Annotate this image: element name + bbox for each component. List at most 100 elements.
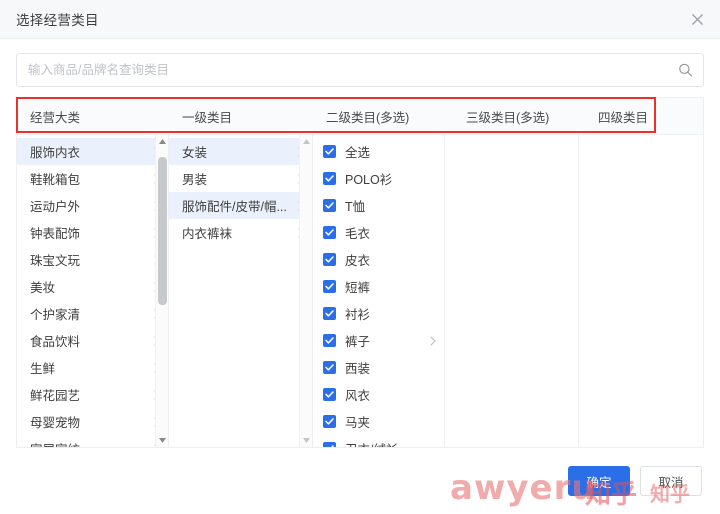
list-item-label: 食品饮料 (30, 335, 81, 349)
list-item[interactable]: 男装 (169, 165, 312, 192)
list-item[interactable]: 鲜花园艺 (17, 381, 168, 408)
scroll-thumb[interactable] (158, 156, 167, 306)
close-icon[interactable] (686, 8, 708, 30)
search-input[interactable] (17, 54, 703, 86)
dialog-titlebar: 选择经营类目 (0, 0, 720, 39)
dialog-footer: 确定 取消 (0, 448, 720, 514)
list-item-label: 生鲜 (30, 362, 56, 376)
list-item[interactable]: 女装 (169, 138, 312, 165)
checkbox-checked-icon[interactable] (323, 199, 336, 212)
column-header-row: 经营大类 一级类目 二级类目(多选) 三级类目(多选) 四级类目 (16, 97, 704, 134)
checkbox-list-item[interactable]: 裤子 (313, 327, 444, 354)
column-header-level1: 一级类目 (182, 110, 233, 125)
list-item-label: 运动户外 (30, 200, 81, 214)
scroll-down-icon[interactable] (302, 434, 310, 447)
column-header-level3: 三级类目(多选) (466, 110, 550, 125)
checkbox-item-label: 皮衣 (345, 254, 371, 268)
checkbox-list-item[interactable]: 短裤 (313, 273, 444, 300)
list-item[interactable]: 钟表配饰 (17, 219, 168, 246)
column-header-business: 经营大类 (30, 110, 81, 125)
list-item-label: 服饰内衣 (30, 146, 81, 160)
level1-category-list[interactable]: 女装男装服饰配件/皮带/帽... 内衣裤袜 (169, 135, 312, 447)
checkbox-list-item[interactable]: 马夹 (313, 408, 444, 435)
checkbox-checked-icon[interactable] (323, 361, 336, 374)
checkbox-list-item[interactable]: T恤 (313, 192, 444, 219)
checkbox-item-label: 西装 (345, 362, 371, 376)
list-item-label: 服饰配件/皮带/帽... (182, 200, 287, 214)
list-item-label: 美妆 (30, 281, 56, 295)
dialog-title: 选择经营类目 (16, 13, 99, 28)
checkbox-item-label: 全选 (345, 146, 371, 160)
column-header-level2: 二级类目(多选) (326, 110, 410, 125)
list-item[interactable]: 运动户外 (17, 192, 168, 219)
list-item[interactable]: 母婴宠物 (17, 408, 168, 435)
search-section (0, 39, 720, 97)
column-level3-category (445, 135, 579, 447)
list-item-label: 钟表配饰 (30, 227, 81, 241)
checkbox-list-item[interactable]: 风衣 (313, 381, 444, 408)
checkbox-checked-icon[interactable] (323, 388, 336, 401)
column-header-level4: 四级类目 (598, 110, 649, 125)
checkbox-item-label: 风衣 (345, 389, 371, 403)
level4-category-list[interactable] (579, 135, 703, 447)
checkbox-checked-icon[interactable] (323, 172, 336, 185)
scroll-up-icon[interactable] (158, 135, 166, 148)
list-item-label: 母婴宠物 (30, 416, 81, 430)
cancel-button[interactable]: 取消 (640, 466, 702, 496)
checkbox-item-label: 马夹 (345, 416, 371, 430)
checkbox-checked-icon[interactable] (323, 307, 336, 320)
list-item[interactable]: 个护家清 (17, 300, 168, 327)
checkbox-checked-icon[interactable] (323, 442, 336, 447)
level2-category-list[interactable]: 全选 POLO衫 T恤毛衣皮衣短裤衬衫裤子西装风衣马夹卫衣/绒衫 (313, 135, 444, 447)
checkbox-list-item[interactable]: 卫衣/绒衫 (313, 435, 444, 447)
list-item[interactable]: 食品饮料 (17, 327, 168, 354)
list-item-label: 家居家纺 (30, 439, 148, 447)
checkbox-item-label: POLO衫 (345, 173, 393, 187)
scroll-track[interactable] (300, 148, 312, 434)
checkbox-checked-icon[interactable] (323, 334, 336, 347)
checkbox-checked-icon[interactable] (323, 145, 336, 158)
column-level2-category: 全选 POLO衫 T恤毛衣皮衣短裤衬衫裤子西装风衣马夹卫衣/绒衫 (313, 135, 445, 447)
list-item[interactable]: 美妆 (17, 273, 168, 300)
checkbox-item-label: 卫衣/绒衫 (345, 439, 436, 447)
scrollbar-business-category[interactable] (155, 135, 168, 447)
checkbox-checked-icon[interactable] (323, 415, 336, 428)
list-item-label: 内衣裤袜 (182, 227, 233, 241)
checkbox-list-item[interactable]: 西装 (313, 354, 444, 381)
list-item[interactable]: 服饰内衣 (17, 138, 168, 165)
checkbox-checked-icon[interactable] (323, 226, 336, 239)
scroll-track[interactable] (156, 148, 168, 434)
search-icon[interactable] (678, 63, 693, 78)
list-item[interactable]: 鞋靴箱包 (17, 165, 168, 192)
scroll-down-icon[interactable] (158, 434, 166, 447)
checkbox-item-label: T恤 (345, 200, 366, 214)
confirm-button[interactable]: 确定 (568, 466, 630, 496)
scrollbar-level1-category[interactable] (299, 135, 312, 447)
column-header-zone: 经营大类 一级类目 二级类目(多选) 三级类目(多选) 四级类目 (0, 97, 720, 134)
checkbox-checked-icon[interactable] (323, 253, 336, 266)
category-picker-dialog: 选择经营类目 经营大类 一级类目 二级类目(多选) 三级类目(多选) 四级类目 (0, 0, 720, 514)
list-item-label: 女装 (182, 146, 208, 160)
checkbox-list-item[interactable]: POLO衫 (313, 165, 444, 192)
list-item[interactable]: 家居家纺 (17, 435, 168, 447)
list-item-label: 男装 (182, 173, 208, 187)
level3-category-list[interactable] (445, 135, 578, 447)
list-item[interactable]: 生鲜 (17, 354, 168, 381)
list-item[interactable]: 珠宝文玩 (17, 246, 168, 273)
list-item[interactable]: 内衣裤袜 (169, 219, 312, 246)
column-level1-category: 女装男装服饰配件/皮带/帽... 内衣裤袜 (169, 135, 313, 447)
category-columns: 服饰内衣鞋靴箱包运动户外钟表配饰珠宝文玩美妆个护家清食品饮料生鲜鲜花园艺母婴宠物… (16, 134, 704, 448)
list-item-label: 珠宝文玩 (30, 254, 81, 268)
chevron-right-icon (430, 335, 436, 346)
checkbox-list-item[interactable]: 全选 (313, 138, 444, 165)
checkbox-list-item[interactable]: 皮衣 (313, 246, 444, 273)
checkbox-item-label: 短裤 (345, 281, 371, 295)
scroll-up-icon[interactable] (302, 135, 310, 148)
checkbox-checked-icon[interactable] (323, 280, 336, 293)
checkbox-list-item[interactable]: 衬衫 (313, 300, 444, 327)
business-category-list[interactable]: 服饰内衣鞋靴箱包运动户外钟表配饰珠宝文玩美妆个护家清食品饮料生鲜鲜花园艺母婴宠物… (17, 135, 168, 447)
search-box[interactable] (16, 53, 704, 87)
checkbox-item-label: 衬衫 (345, 308, 371, 322)
list-item[interactable]: 服饰配件/皮带/帽... (169, 192, 312, 219)
checkbox-list-item[interactable]: 毛衣 (313, 219, 444, 246)
